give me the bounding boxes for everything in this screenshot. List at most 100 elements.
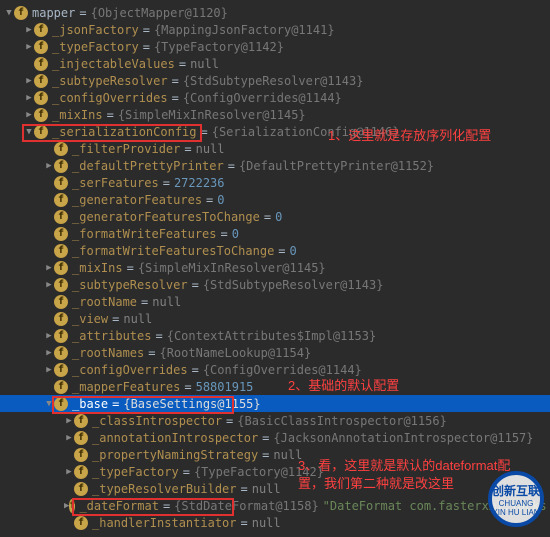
field-name: _rootName [72, 295, 137, 309]
field-name: _propertyNamingStrategy [92, 448, 258, 462]
field-value: null [152, 295, 181, 309]
expand-icon[interactable] [44, 263, 54, 273]
expand-icon[interactable] [24, 42, 34, 52]
tree-row-root[interactable]: mapper = {ObjectMapper@1120} [0, 4, 550, 21]
tree-row[interactable]: _configOverrides={ConfigOverrides@1144} [0, 361, 550, 378]
field-value: {StdSubtypeResolver@1143} [203, 278, 384, 292]
field-icon [54, 329, 68, 343]
expand-icon[interactable] [24, 93, 34, 103]
field-value: {BaseSettings@1155} [123, 397, 260, 411]
field-icon [54, 210, 68, 224]
tree-row[interactable]: _view=null [0, 310, 550, 327]
tree-row[interactable]: _generatorFeatures=0 [0, 191, 550, 208]
field-icon [34, 125, 48, 139]
tree-row[interactable]: _mapperFeatures=58801915 [0, 378, 550, 395]
expand-icon[interactable] [44, 161, 54, 171]
field-name: _subtypeResolver [72, 278, 188, 292]
debug-tree[interactable]: mapper = {ObjectMapper@1120} _jsonFactor… [0, 0, 550, 535]
field-name: _annotationIntrospector [92, 431, 258, 445]
tree-row[interactable]: _configOverrides={ConfigOverrides@1144} [0, 89, 550, 106]
expand-icon[interactable] [24, 127, 34, 137]
field-value: null [252, 516, 281, 530]
expand-icon[interactable] [24, 76, 34, 86]
tree-row[interactable]: _formatWriteFeatures=0 [0, 225, 550, 242]
field-value: {TypeFactory@1142} [154, 40, 284, 54]
expand-icon[interactable] [44, 365, 54, 375]
tree-row[interactable]: _mixIns={SimpleMixInResolver@1145} [0, 259, 550, 276]
field-value: 0 [232, 227, 239, 241]
expand-icon[interactable] [24, 25, 34, 35]
tree-row-dateFormat[interactable]: _dateFormat = {StdDateFormat@1158} "Date… [0, 497, 550, 514]
expand-icon[interactable] [44, 348, 54, 358]
field-icon [54, 278, 68, 292]
tree-row[interactable]: _typeResolverBuilder=null [0, 480, 550, 497]
expand-icon[interactable] [44, 399, 54, 409]
field-name: mapper [32, 6, 75, 20]
field-icon [74, 414, 88, 428]
field-name: _handlerInstantiator [92, 516, 237, 530]
field-name: _classIntrospector [92, 414, 222, 428]
annotation: 1、这里就是存放序列化配置 [328, 128, 491, 145]
field-icon [34, 23, 48, 37]
field-value: {SimpleMixInResolver@1145} [138, 261, 326, 275]
field-icon [54, 380, 68, 394]
tree-row[interactable]: _subtypeResolver={StdSubtypeResolver@114… [0, 72, 550, 89]
expand-icon[interactable] [44, 280, 54, 290]
tree-row[interactable]: _annotationIntrospector={JacksonAnnotati… [0, 429, 550, 446]
field-name: _jsonFactory [52, 23, 139, 37]
field-icon [54, 193, 68, 207]
tree-row[interactable]: _mixIns={SimpleMixInResolver@1145} [0, 106, 550, 123]
field-name: _attributes [72, 329, 151, 343]
field-icon [34, 74, 48, 88]
annotation: 2、基础的默认配置 [288, 378, 399, 395]
field-icon [54, 397, 68, 411]
tree-row[interactable]: _injectableValues=null [0, 55, 550, 72]
tree-row[interactable]: _generatorFeaturesToChange=0 [0, 208, 550, 225]
field-name: _filterProvider [72, 142, 180, 156]
field-name: _mapperFeatures [72, 380, 180, 394]
field-value: 0 [290, 244, 297, 258]
tree-row[interactable]: _subtypeResolver={StdSubtypeResolver@114… [0, 276, 550, 293]
tree-row-handlerInstantiator[interactable]: _handlerInstantiator = null [0, 514, 550, 531]
tree-row[interactable]: _jsonFactory={MappingJsonFactory@1141} [0, 21, 550, 38]
tree-row[interactable]: _rootName=null [0, 293, 550, 310]
field-name: _typeFactory [52, 40, 139, 54]
field-value: 2722236 [174, 176, 225, 190]
tree-row[interactable]: _formatWriteFeaturesToChange=0 [0, 242, 550, 259]
field-icon [54, 346, 68, 360]
expand-icon[interactable] [64, 433, 74, 443]
field-name: _formatWriteFeaturesToChange [72, 244, 274, 258]
expand-icon[interactable] [64, 416, 74, 426]
field-icon [74, 448, 88, 462]
field-value: null [123, 312, 152, 326]
field-value: 58801915 [196, 380, 254, 394]
field-name: _serializationConfig [52, 125, 197, 139]
field-icon [54, 261, 68, 275]
tree-row[interactable]: _typeFactory={TypeFactory@1142} [0, 38, 550, 55]
field-name: _typeFactory [92, 465, 179, 479]
field-icon [74, 431, 88, 445]
field-value: {StdDateFormat@1158} [174, 499, 319, 513]
tree-row[interactable]: _attributes={ContextAttributes$Impl@1153… [0, 327, 550, 344]
tree-row-base[interactable]: _base = {BaseSettings@1155} [0, 395, 550, 412]
field-icon [34, 108, 48, 122]
annotation: 3、看，这里就是默认的dateformat配 [298, 458, 510, 475]
field-icon [54, 312, 68, 326]
field-name: _base [72, 397, 108, 411]
tree-row[interactable]: _defaultPrettyPrinter={DefaultPrettyPrin… [0, 157, 550, 174]
field-name: _typeResolverBuilder [92, 482, 237, 496]
field-name: _mixIns [52, 108, 103, 122]
field-icon [14, 6, 28, 20]
field-icon [69, 499, 75, 513]
field-value: {ContextAttributes$Impl@1153} [167, 329, 377, 343]
tree-row[interactable]: _rootNames={RootNameLookup@1154} [0, 344, 550, 361]
tree-row[interactable]: _classIntrospector={BasicClassIntrospect… [0, 412, 550, 429]
expand-icon[interactable] [44, 331, 54, 341]
tree-row[interactable]: _serFeatures=2722236 [0, 174, 550, 191]
field-value: 0 [275, 210, 282, 224]
expand-icon[interactable] [24, 110, 34, 120]
field-name: _serFeatures [72, 176, 159, 190]
field-icon [54, 142, 68, 156]
expand-icon[interactable] [64, 467, 74, 477]
expand-icon[interactable] [4, 8, 14, 18]
